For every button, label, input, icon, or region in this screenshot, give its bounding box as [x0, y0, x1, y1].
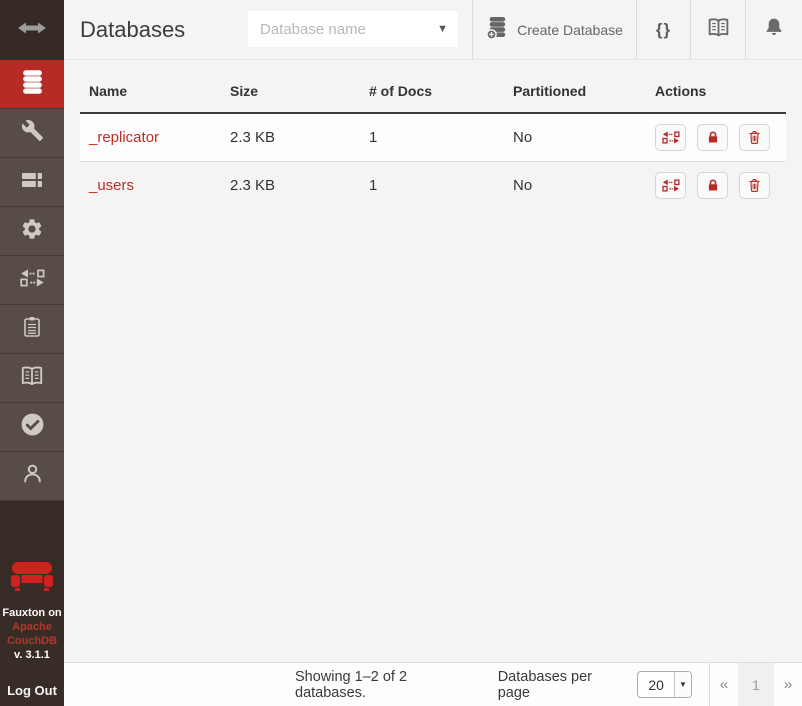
create-database-icon: [486, 16, 508, 43]
delete-database-button[interactable]: [739, 124, 770, 151]
brand-fauxton-on: Fauxton on: [0, 606, 64, 620]
docs-cell: 1: [360, 161, 504, 209]
clipboard-icon: [20, 315, 44, 344]
notifications-button[interactable]: [745, 0, 802, 59]
lock-icon: [705, 129, 721, 146]
sidebar-item-setup[interactable]: [0, 109, 64, 158]
database-link[interactable]: _users: [89, 177, 134, 194]
sidebar-item-verify[interactable]: [0, 403, 64, 452]
column-header-docs: # of Docs: [360, 61, 504, 113]
previous-page-button[interactable]: «: [710, 663, 738, 706]
replicate-icon: [662, 129, 680, 146]
pagination: « 1 »: [709, 663, 802, 706]
open-book-icon: [19, 363, 45, 394]
database-name-input[interactable]: [248, 11, 458, 47]
table-row: _users 2.3 KB 1 No: [80, 161, 786, 209]
column-header-size: Size: [221, 61, 360, 113]
partitioned-cell: No: [504, 113, 646, 161]
brand-version: v. 3.1.1: [0, 648, 64, 662]
table-row: _replicator 2.3 KB 1 No: [80, 113, 786, 161]
size-cell: 2.3 KB: [221, 113, 360, 161]
database-icon: [20, 69, 45, 99]
documentation-button[interactable]: [690, 0, 745, 59]
sidebar-item-documents[interactable]: [0, 305, 64, 354]
sidebar-item-configuration[interactable]: [0, 207, 64, 256]
create-database-button[interactable]: Create Database: [472, 0, 636, 59]
databases-content: Name Size # of Docs Partitioned Actions …: [64, 61, 802, 662]
sidebar-item-documentation[interactable]: [0, 354, 64, 403]
brand-block: Fauxton on Apache CouchDB v. 3.1.1: [0, 562, 64, 662]
set-permissions-button[interactable]: [697, 124, 728, 151]
replicate-database-button[interactable]: [655, 172, 686, 199]
trash-icon: [746, 128, 763, 146]
chevron-down-icon[interactable]: ▼: [437, 23, 448, 35]
check-circle-icon: [20, 412, 45, 442]
database-search-box: ▼: [248, 11, 458, 47]
databases-table: Name Size # of Docs Partitioned Actions …: [80, 61, 786, 209]
sidebar-expand-handle[interactable]: [0, 0, 64, 60]
brand-couchdb: CouchDB: [0, 634, 64, 648]
partitioned-cell: No: [504, 161, 646, 209]
sidebar-item-active-tasks[interactable]: [0, 158, 64, 207]
column-header-partitioned: Partitioned: [504, 61, 646, 113]
resize-horizontal-icon: [17, 20, 47, 41]
next-page-button[interactable]: »: [774, 663, 802, 706]
sidebar-item-replication[interactable]: [0, 256, 64, 305]
per-page-select[interactable]: 20 ▼: [637, 671, 692, 698]
showing-summary: Showing 1–2 of 2 databases.: [295, 669, 478, 701]
person-icon: [20, 461, 45, 491]
replicate-icon: [662, 177, 680, 194]
page-header: Databases ▼ Create Database: [64, 0, 802, 60]
sidebar-item-databases[interactable]: [0, 60, 64, 109]
column-header-actions: Actions: [646, 61, 786, 113]
replicate-database-button[interactable]: [655, 124, 686, 151]
page-title: Databases: [80, 17, 185, 43]
docs-cell: 1: [360, 113, 504, 161]
sidebar-item-account[interactable]: [0, 452, 64, 501]
json-brackets-icon: {}: [656, 20, 671, 40]
database-link[interactable]: _replicator: [89, 129, 159, 146]
bell-icon: [763, 16, 785, 43]
delete-database-button[interactable]: [739, 172, 770, 199]
sidebar: Fauxton on Apache CouchDB v. 3.1.1 Log O…: [0, 0, 64, 706]
per-page-value: 20: [638, 677, 674, 693]
column-header-name: Name: [80, 61, 221, 113]
couchdb-logo-icon: [11, 588, 53, 605]
api-url-button[interactable]: {}: [636, 0, 690, 59]
wrench-icon: [21, 119, 44, 147]
lock-icon: [705, 177, 721, 194]
footer-bar: Showing 1–2 of 2 databases. Databases pe…: [64, 662, 802, 706]
trash-icon: [746, 176, 763, 194]
table-header-row: Name Size # of Docs Partitioned Actions: [80, 61, 786, 113]
brand-apache: Apache: [0, 620, 64, 634]
size-cell: 2.3 KB: [221, 161, 360, 209]
create-database-label: Create Database: [517, 22, 623, 38]
open-book-icon: [706, 15, 731, 45]
per-page-label: Databases per page: [498, 669, 626, 701]
logout-button[interactable]: Log Out: [0, 683, 64, 698]
gear-icon: [20, 217, 44, 246]
chevron-down-icon: ▼: [674, 672, 691, 697]
server-stack-icon: [20, 168, 44, 197]
current-page-button[interactable]: 1: [738, 663, 774, 706]
replication-icon: [20, 266, 45, 295]
set-permissions-button[interactable]: [697, 172, 728, 199]
